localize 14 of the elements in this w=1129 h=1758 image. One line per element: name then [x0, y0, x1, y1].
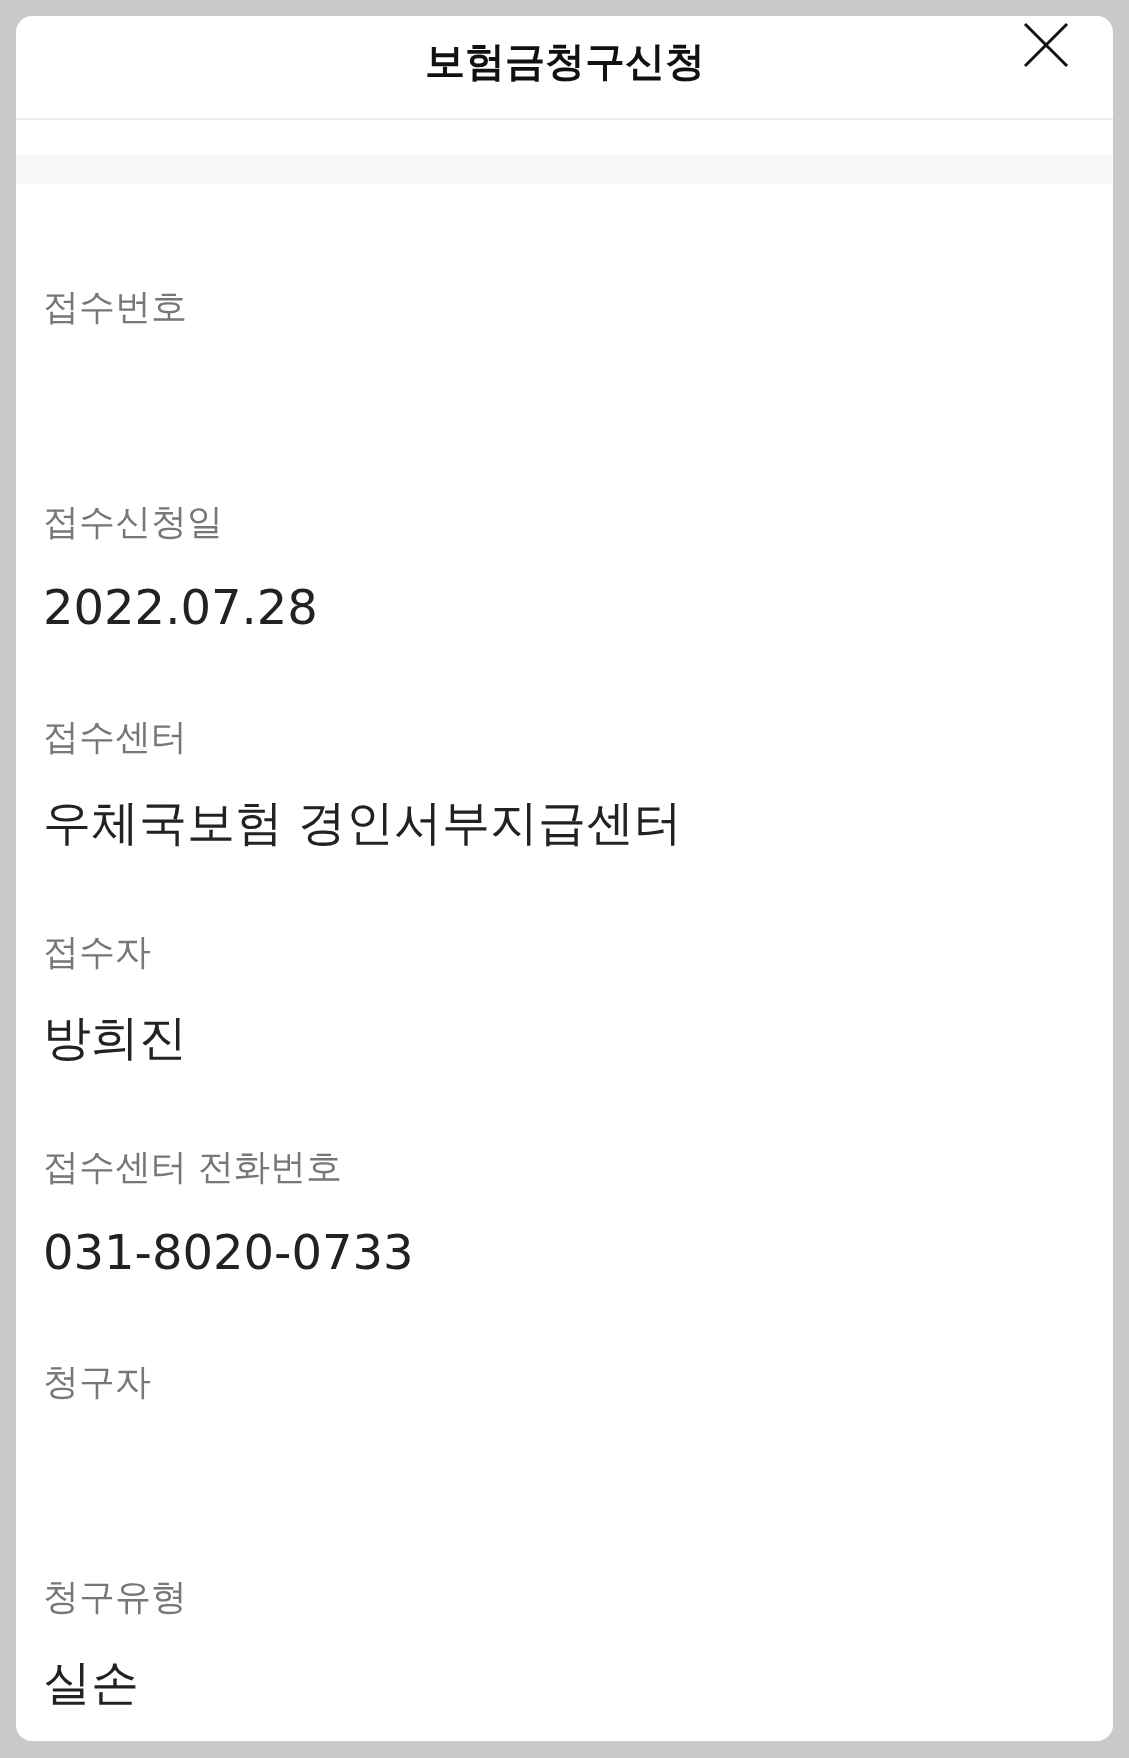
field-label: 접수센터	[43, 717, 188, 757]
field-value: 2022.07.28	[43, 579, 319, 635]
field-label: 접수신청일	[43, 502, 224, 542]
field-value: 031-8020-0733	[43, 1224, 415, 1280]
dialog-title: 보험금청구신청	[424, 36, 705, 86]
field-value: 우체국보험 경인서부지급센터	[43, 794, 684, 850]
field-value: 실손	[43, 1654, 140, 1710]
field-label: 접수번호	[43, 287, 188, 327]
field-value: 방희진	[43, 1009, 188, 1065]
close-icon[interactable]	[1023, 22, 1069, 68]
field-label: 청구자	[43, 1362, 152, 1402]
field-label: 접수센터 전화번호	[43, 1147, 344, 1187]
field-label: 접수자	[43, 932, 152, 972]
field-label: 청구유형	[43, 1577, 188, 1617]
